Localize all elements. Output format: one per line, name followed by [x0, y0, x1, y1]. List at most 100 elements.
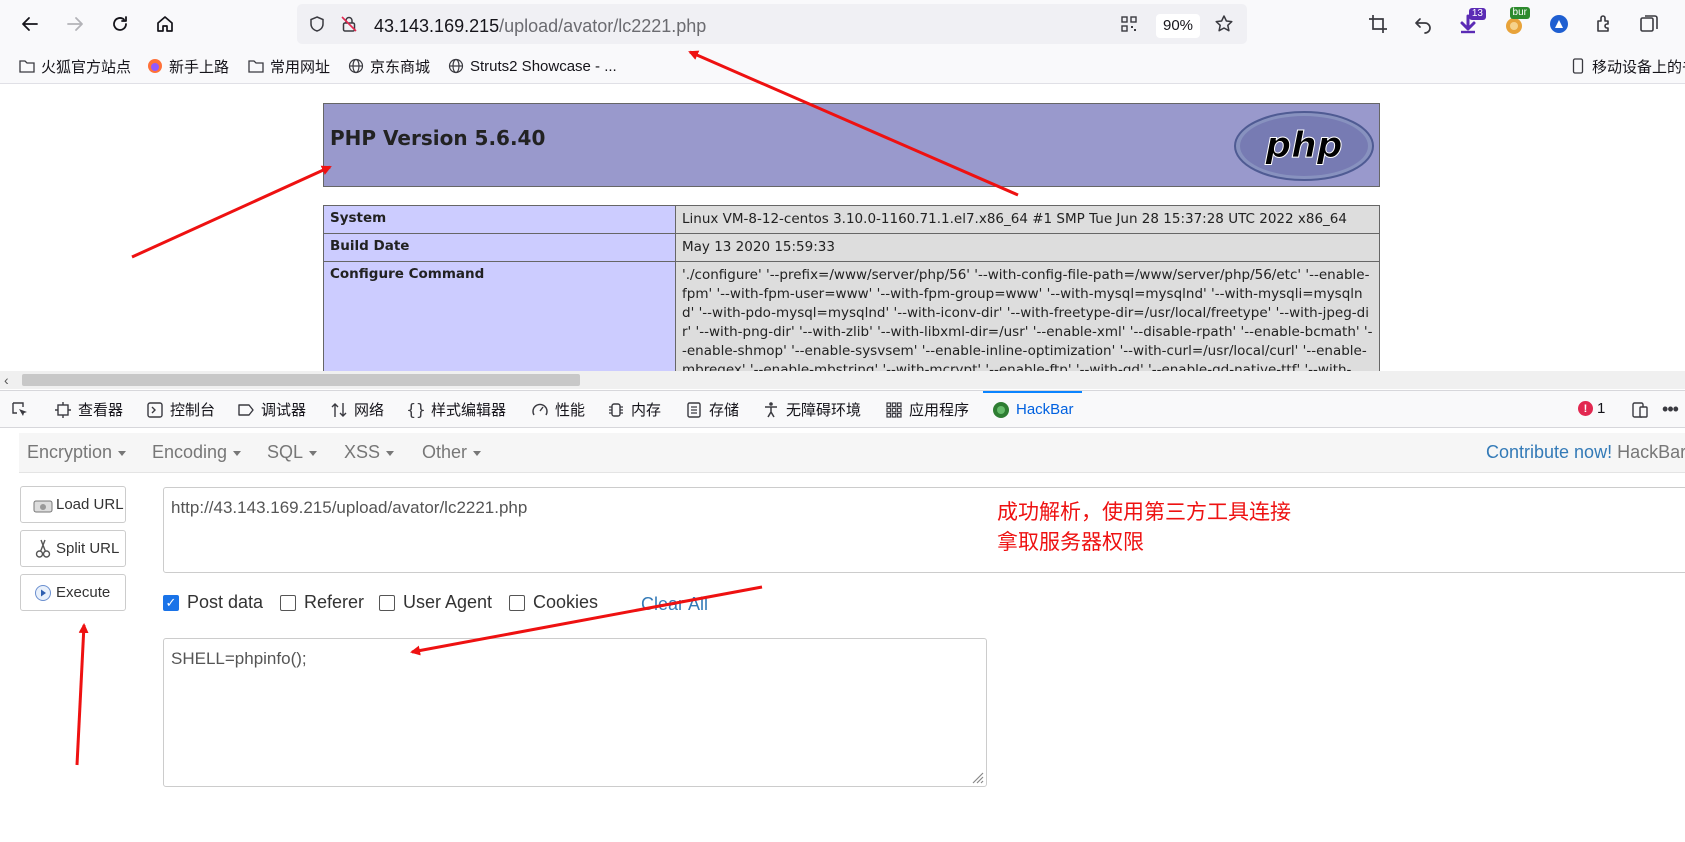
tab-label: 控制台 — [170, 402, 216, 419]
hackbar-panel: Encryption Encoding SQL XSS Other Contri… — [0, 429, 1685, 842]
checkbox-unchecked-icon — [280, 594, 296, 611]
bookmark-label: 常用网址 — [270, 58, 331, 76]
menu-other[interactable]: Other — [422, 442, 482, 463]
url-bar[interactable]: 43.143.169.215/upload/avator/lc2221.php … — [297, 4, 1247, 44]
devtools-tab-bar: 查看器 控制台 调试器 网络 {} 样式编辑器 性能 内存 存储 无障碍环境 应… — [0, 390, 1685, 428]
application-icon — [884, 400, 904, 420]
tab-accessibility[interactable]: 无障碍环境 — [761, 391, 861, 428]
performance-icon — [530, 400, 550, 420]
downloads-extension-button[interactable]: 13 — [1456, 8, 1486, 36]
menu-label: Other — [422, 442, 468, 462]
bookmark-label: Struts2 Showcase - ... — [470, 57, 617, 75]
table-value-cell: Linux VM-8-12-centos 3.10.0-1160.71.1.el… — [675, 205, 1380, 234]
caret-down-icon — [473, 450, 482, 456]
referer-checkbox[interactable]: Referer — [280, 592, 364, 613]
phpinfo-header: PHP Version 5.6.40 php — [323, 103, 1380, 187]
bookmark-getting-started[interactable]: 新手上路 — [146, 56, 229, 76]
tab-label: 样式编辑器 — [431, 402, 507, 419]
play-icon — [33, 583, 53, 603]
button-label: Split URL — [56, 540, 120, 557]
error-icon: ! — [1578, 401, 1593, 416]
menu-encryption[interactable]: Encryption — [27, 442, 127, 463]
page-content: PHP Version 5.6.40 php System Linux VM-8… — [0, 85, 1685, 371]
horizontal-scrollbar[interactable]: ‹ — [0, 371, 1685, 389]
resize-grip-icon[interactable] — [970, 770, 984, 784]
more-options-icon: ••• — [1662, 399, 1679, 419]
devtools-menu-button[interactable]: ••• — [1660, 391, 1685, 428]
tab-style-editor[interactable]: {} 样式编辑器 — [406, 391, 506, 428]
tab-label: 内存 — [631, 402, 662, 419]
forward-button[interactable] — [59, 8, 91, 40]
element-picker-button[interactable] — [10, 391, 35, 428]
bookmark-struts2-showcase[interactable]: Struts2 Showcase - ... — [447, 56, 617, 76]
clear-all-link[interactable]: Clear All — [641, 594, 708, 615]
qr-code-icon[interactable] — [1119, 14, 1139, 34]
post-data-textarea[interactable]: SHELL=phpinfo(); — [163, 638, 987, 787]
scroll-left-arrow-icon[interactable]: ‹ — [4, 371, 9, 389]
tab-label: 无障碍环境 — [786, 402, 862, 419]
shield-icon[interactable] — [307, 14, 327, 34]
tab-label: 应用程序 — [909, 402, 970, 419]
split-url-button[interactable]: Split URL — [20, 530, 126, 567]
tab-console[interactable]: 控制台 — [145, 391, 215, 428]
button-label: Execute — [56, 584, 111, 601]
tab-hackbar[interactable]: HackBar — [983, 391, 1082, 428]
url-host: 43.143.169.215 — [374, 16, 500, 36]
bookmark-common-sites[interactable]: 常用网址 — [247, 56, 330, 76]
annotation-line: 成功解析，使用第三方工具连接 — [997, 500, 1291, 524]
url-textarea[interactable]: http://43.143.169.215/upload/avator/lc22… — [163, 487, 1685, 573]
bookmark-jd-mall[interactable]: 京东商城 — [347, 56, 430, 76]
screenshot-crop-icon[interactable] — [1366, 12, 1390, 36]
bookmark-star-icon[interactable] — [1214, 14, 1234, 34]
vpn-extension-icon[interactable] — [1547, 12, 1571, 36]
tab-inspector[interactable]: 查看器 — [53, 391, 123, 428]
checkbox-label: User Agent — [403, 592, 493, 612]
table-key-cell: System — [323, 205, 676, 234]
zoom-level-badge[interactable]: 90% — [1156, 14, 1201, 38]
tab-performance[interactable]: 性能 — [530, 391, 585, 428]
undo-icon[interactable] — [1411, 12, 1435, 36]
tab-label: 网络 — [354, 402, 385, 419]
bookmark-mobile[interactable]: 移动设备上的书 — [1569, 56, 1685, 76]
checkbox-unchecked-icon — [379, 594, 395, 611]
bookmark-firefox-official[interactable]: 火狐官方站点 — [18, 56, 131, 76]
accessibility-icon — [761, 400, 781, 420]
cookies-checkbox[interactable]: Cookies — [509, 592, 598, 613]
load-url-button[interactable]: Load URL — [20, 486, 126, 523]
checkbox-label: Referer — [304, 592, 365, 612]
user-agent-checkbox[interactable]: User Agent — [379, 592, 492, 613]
tab-storage[interactable]: 存储 — [684, 391, 739, 428]
storage-icon — [684, 400, 704, 420]
insecure-lock-icon[interactable] — [339, 14, 359, 34]
forward-arrow-icon — [67, 17, 83, 31]
tab-debugger[interactable]: 调试器 — [236, 391, 306, 428]
back-button[interactable] — [14, 8, 46, 40]
tab-memory[interactable]: 内存 — [606, 391, 661, 428]
post-data-checkbox[interactable]: ✓ Post data — [163, 592, 263, 613]
debugger-icon — [236, 400, 256, 420]
menu-xss[interactable]: XSS — [344, 442, 395, 463]
folder-icon — [247, 58, 265, 74]
contribute-link[interactable]: Contribute now! HackBar — [1486, 442, 1685, 463]
error-count-indicator[interactable]: ! 1 — [1578, 400, 1605, 417]
tab-application[interactable]: 应用程序 — [884, 391, 969, 428]
home-icon — [157, 16, 173, 32]
execute-button[interactable]: Execute — [20, 574, 126, 611]
browser-toolbar: 43.143.169.215/upload/avator/lc2221.php … — [0, 0, 1685, 48]
checkbox-label: Cookies — [533, 592, 599, 612]
bookmark-label: 火狐官方站点 — [41, 58, 132, 76]
burp-extension-button[interactable]: bur — [1502, 7, 1530, 36]
responsive-design-button[interactable] — [1630, 391, 1655, 428]
menu-encoding[interactable]: Encoding — [152, 442, 242, 463]
tab-network[interactable]: 网络 — [329, 391, 384, 428]
menu-label: XSS — [344, 442, 381, 462]
tab-label: HackBar — [1016, 401, 1074, 418]
extensions-puzzle-icon[interactable] — [1592, 12, 1616, 36]
reload-button[interactable] — [104, 8, 136, 40]
overflow-panel-icon[interactable] — [1637, 12, 1661, 36]
scrollbar-thumb[interactable] — [22, 374, 580, 386]
firefox-icon — [146, 58, 164, 74]
menu-sql[interactable]: SQL — [267, 442, 318, 463]
url-text[interactable]: 43.143.169.215/upload/avator/lc2221.php — [374, 16, 706, 37]
home-button[interactable] — [149, 8, 181, 40]
